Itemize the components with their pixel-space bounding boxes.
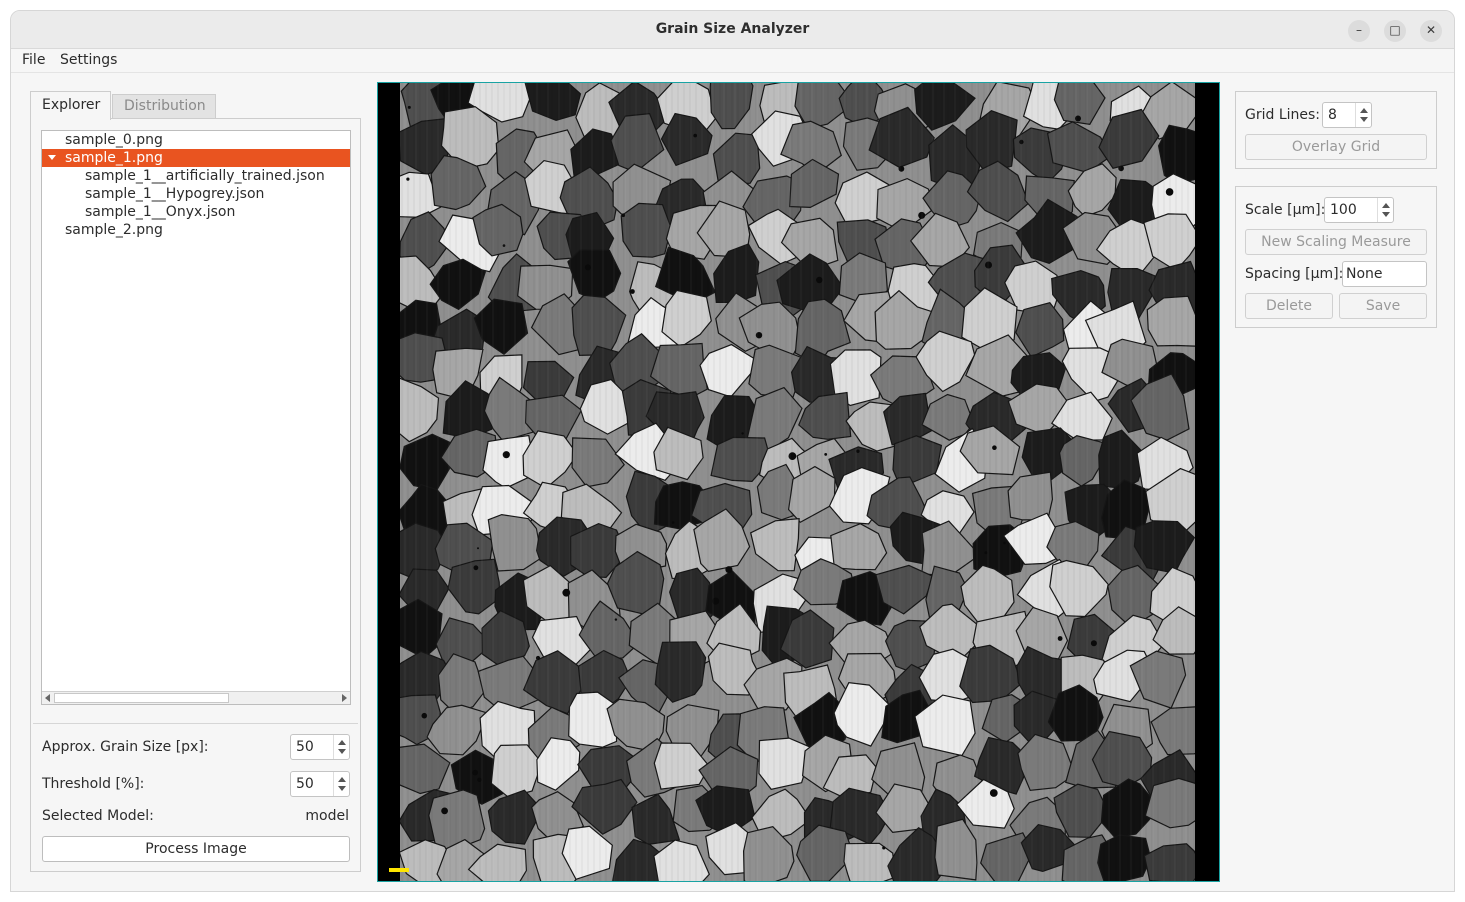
tree-item-label: sample_2.png [65,222,163,238]
grid-lines-label: Grid Lines: [1245,107,1321,123]
spin-arrows[interactable] [333,772,349,796]
maximize-button[interactable]: □ [1384,20,1406,42]
explorer-panel: sample_0.png sample_1.png sample_1__arti… [30,118,361,872]
close-button[interactable]: ✕ [1420,20,1442,42]
scrollbar-thumb[interactable] [54,693,229,703]
menu-bar: File Settings [11,49,1454,73]
grid-group: Grid Lines: 8 Overlay Grid [1235,91,1437,169]
spacing-field[interactable]: None [1342,261,1427,287]
threshold-label: Threshold [%]: [42,776,145,792]
spacing-label: Spacing [µm]: [1245,266,1344,282]
decrement-icon[interactable] [338,786,346,791]
menu-file[interactable]: File [22,52,45,68]
selected-model-label: Selected Model: [42,808,154,824]
scale-group: Scale [µm]: 100 New Scaling Measure Spac… [1235,186,1437,328]
file-tree[interactable]: sample_0.png sample_1.png sample_1__arti… [41,130,351,705]
grain-size-label: Approx. Grain Size [px]: [42,739,209,755]
process-image-button[interactable]: Process Image [42,836,350,862]
horizontal-scrollbar[interactable] [42,691,350,704]
grain-size-value: 50 [296,739,314,755]
spacing-value: None [1346,266,1383,282]
app-window: Grain Size Analyzer – □ ✕ File Settings … [10,10,1455,892]
decrement-icon[interactable] [338,749,346,754]
menu-settings[interactable]: Settings [60,52,117,68]
tab-explorer[interactable]: Explorer [30,91,111,120]
grid-lines-value: 8 [1328,107,1337,123]
processing-controls: Approx. Grain Size [px]: 50 Threshold [%… [33,723,358,869]
spin-arrows[interactable] [1377,198,1393,222]
tree-item-sample-0[interactable]: sample_0.png [42,131,350,149]
scale-bar [389,868,409,872]
tree-item-label: sample_0.png [65,132,163,148]
grain-size-spinbox[interactable]: 50 [290,734,350,760]
expand-caret-icon[interactable] [48,155,56,160]
delete-button[interactable]: Delete [1245,293,1333,319]
grid-lines-spinbox[interactable]: 8 [1322,102,1372,128]
overlay-grid-button[interactable]: Overlay Grid [1245,134,1427,160]
tree-item-sample-2[interactable]: sample_2.png [42,221,350,239]
tree-item-label: sample_1__Onyx.json [85,204,236,220]
scroll-right-icon[interactable] [342,694,347,702]
decrement-icon[interactable] [1382,212,1390,217]
scroll-left-icon[interactable] [45,694,50,702]
threshold-value: 50 [296,776,314,792]
decrement-icon[interactable] [1360,117,1368,122]
tree-item-label: sample_1.png [65,150,163,166]
spin-arrows[interactable] [1355,103,1371,127]
tree-item-sample-1[interactable]: sample_1.png [42,149,350,167]
spin-arrows[interactable] [333,735,349,759]
save-button[interactable]: Save [1339,293,1427,319]
tree-item-onyx-json[interactable]: sample_1__Onyx.json [42,203,350,221]
increment-icon[interactable] [1382,203,1390,208]
microstructure-image [400,83,1195,881]
increment-icon[interactable] [1360,108,1368,113]
title-bar: Grain Size Analyzer – □ ✕ [11,11,1454,49]
window-title: Grain Size Analyzer [655,21,810,37]
tree-item-hypogrey-json[interactable]: sample_1__Hypogrey.json [42,185,350,203]
increment-icon[interactable] [338,777,346,782]
scale-spinbox[interactable]: 100 [1324,197,1394,223]
threshold-spinbox[interactable]: 50 [290,771,350,797]
scale-label: Scale [µm]: [1245,202,1326,218]
minimize-button[interactable]: – [1348,20,1370,42]
increment-icon[interactable] [338,740,346,745]
tree-item-label: sample_1__Hypogrey.json [85,186,265,202]
tab-distribution[interactable]: Distribution [112,94,216,119]
new-scaling-measure-button[interactable]: New Scaling Measure [1245,229,1427,255]
tree-item-label: sample_1__artificially_trained.json [85,168,325,184]
tree-item-artificially-trained-json[interactable]: sample_1__artificially_trained.json [42,167,350,185]
selected-model-value: model [305,808,349,824]
scale-value: 100 [1330,202,1357,218]
image-viewer[interactable] [377,82,1220,882]
